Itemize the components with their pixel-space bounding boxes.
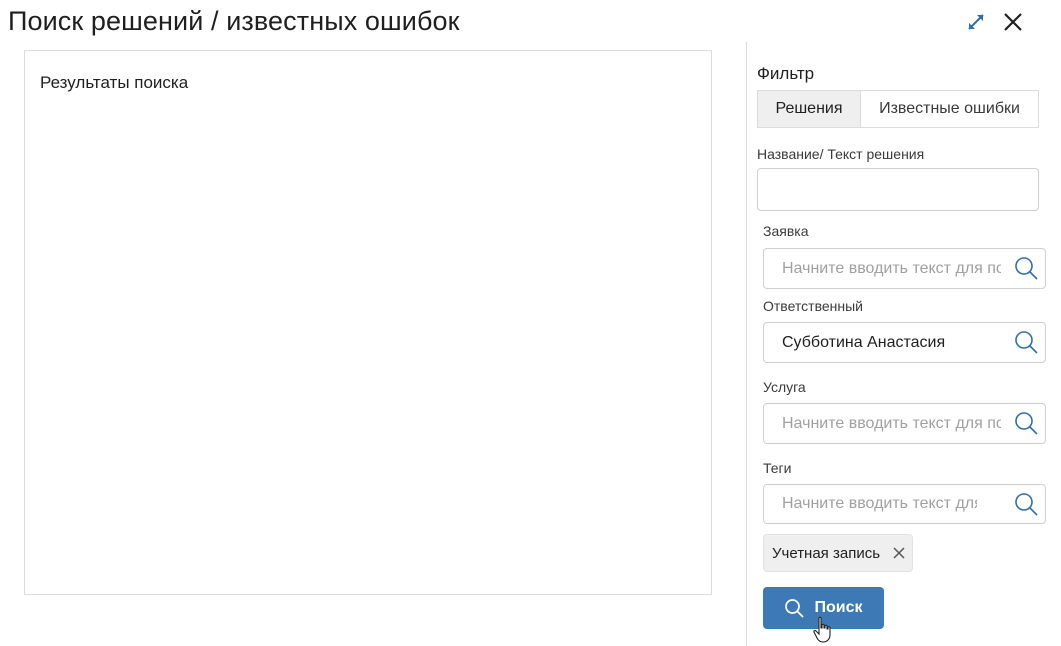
hand-pointer-icon — [813, 616, 831, 643]
expand-icon[interactable] — [964, 10, 988, 34]
tag-chip: Учетная запись — [763, 534, 914, 572]
tags-input[interactable] — [763, 484, 1046, 524]
search-button-label: Поиск — [814, 599, 863, 616]
request-label: Заявка — [763, 223, 809, 239]
tab-solutions[interactable]: Решения — [758, 91, 861, 127]
search-results-panel: Результаты поиска — [24, 50, 712, 595]
request-search-icon[interactable] — [1013, 255, 1039, 281]
service-label: Услуга — [763, 379, 806, 395]
search-icon — [785, 599, 805, 618]
name-text-input[interactable] — [757, 168, 1039, 211]
tab-known-errors[interactable]: Известные ошибки — [861, 91, 1038, 127]
filter-tabs: Решения Известные ошибки — [757, 90, 1039, 128]
tags-search-icon[interactable] — [1013, 491, 1039, 517]
tab-label: Известные ошибки — [879, 100, 1020, 117]
page-title: Поиск решений / известных ошибок — [8, 6, 460, 36]
name-text-label: Название/ Текст решения — [757, 146, 925, 162]
filter-title: Фильтр — [757, 64, 815, 83]
responsible-search-icon[interactable] — [1013, 329, 1039, 355]
service-search-icon[interactable] — [1013, 410, 1039, 436]
request-input[interactable] — [763, 248, 1046, 289]
tab-label: Решения — [775, 100, 843, 117]
responsible-label: Ответственный — [763, 298, 863, 314]
filter-panel: Фильтр Решения Известные ошибки Название… — [746, 42, 1061, 646]
close-icon[interactable] — [1001, 10, 1025, 34]
tag-chip-label: Учетная запись — [772, 544, 881, 562]
responsible-input[interactable] — [763, 322, 1046, 363]
service-input[interactable] — [763, 403, 1046, 444]
results-title: Результаты поиска — [40, 73, 189, 92]
tag-remove-icon[interactable] — [892, 546, 906, 560]
tags-label: Теги — [763, 460, 792, 476]
